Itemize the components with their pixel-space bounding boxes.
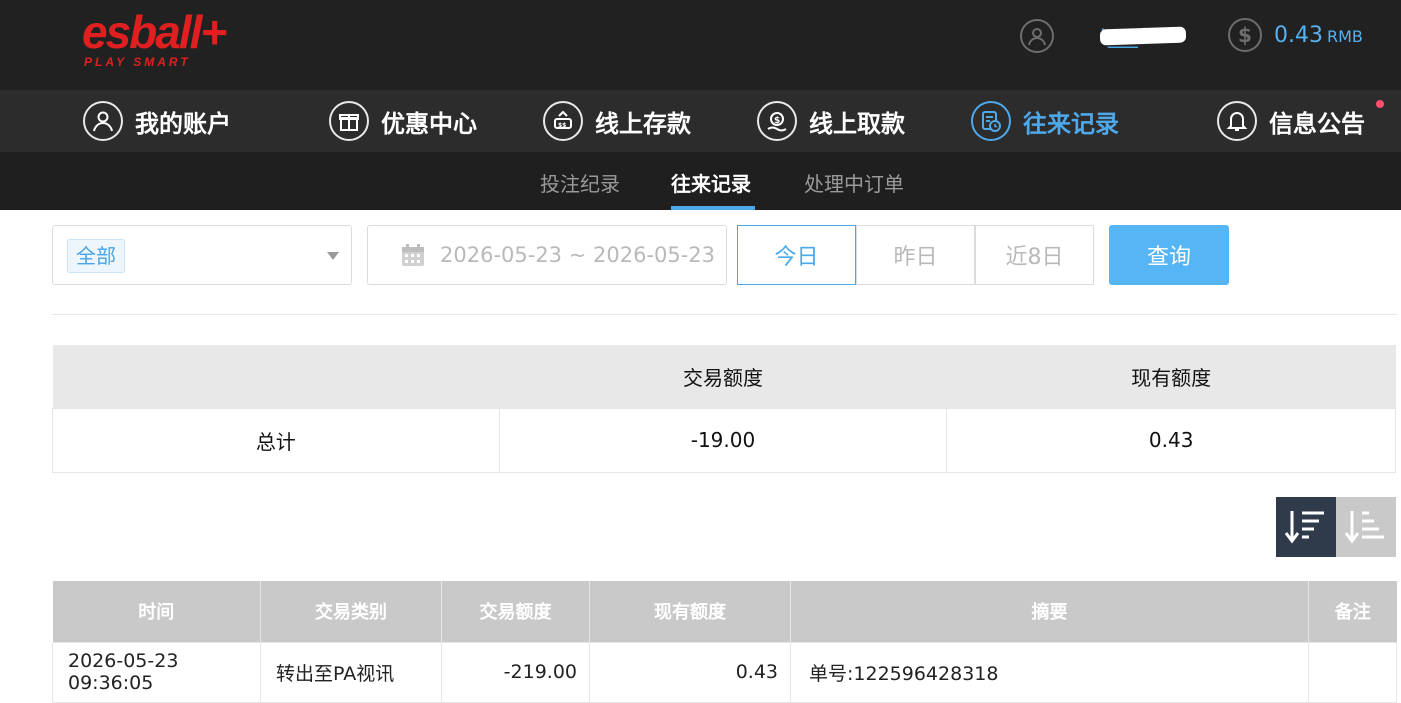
cell-balance: 0.43 — [589, 641, 791, 703]
sort-descending-button[interactable] — [1276, 497, 1336, 557]
withdraw-icon: $ — [757, 101, 797, 141]
transaction-type-select[interactable]: 全部 — [52, 225, 352, 285]
nav-announcements[interactable]: 信息公告 — [1217, 100, 1365, 142]
nav-my-account[interactable]: 我的账户 — [83, 100, 231, 142]
dollar-icon: $ — [1228, 18, 1262, 52]
summary-header-row: 交易额度 现有额度 — [52, 345, 1396, 408]
summary-header-blank — [52, 345, 500, 408]
table-row: 2026-05-23 09:36:05 转出至PA视讯 -219.00 0.43… — [52, 641, 1397, 703]
username: t___0 — [1064, 24, 1187, 48]
summary-header-balance: 现有额度 — [946, 345, 1396, 408]
cell-type: 转出至PA视讯 — [260, 641, 442, 703]
cell-amount: -219.00 — [441, 641, 590, 703]
nav-promotions[interactable]: 优惠中心 — [329, 100, 477, 142]
calendar-icon — [402, 244, 424, 266]
tab-bet-records[interactable]: 投注纪录 — [540, 168, 620, 197]
col-amount: 交易额度 — [441, 581, 590, 642]
svg-text:$: $ — [774, 116, 780, 126]
cell-time: 2026-05-23 09:36:05 — [52, 641, 261, 703]
divider — [52, 314, 1397, 315]
balance-amount: 0.43 RMB — [1274, 22, 1363, 48]
records-table: 时间 交易类别 交易额度 现有额度 摘要 备注 2026-05-23 09:36… — [52, 581, 1397, 703]
sort-ascending-button[interactable] — [1336, 497, 1396, 557]
user-icon — [1020, 19, 1054, 53]
today-button[interactable]: 今日 — [737, 225, 856, 285]
query-button[interactable]: 查询 — [1109, 225, 1229, 285]
sub-nav: 投注纪录 往来记录 处理中订单 — [0, 152, 1401, 210]
redaction-mark — [1099, 26, 1187, 46]
summary-header-amount: 交易额度 — [499, 345, 947, 408]
cell-summary: 单号:122596428318 — [790, 641, 1309, 703]
summary-total-amount: -19.00 — [498, 407, 948, 473]
nav-deposit[interactable]: $$ 线上存款 — [543, 100, 691, 142]
selected-type-tag: 全部 — [67, 239, 125, 273]
summary-total-row: 总计 -19.00 0.43 — [52, 407, 1396, 473]
tab-pending-orders[interactable]: 处理中订单 — [804, 168, 904, 197]
date-range-value: 2026-05-23 ~ 2026-05-23 — [440, 243, 716, 267]
sort-asc-icon — [1344, 511, 1384, 544]
esball-logo[interactable]: esball+ PLAY SMART — [80, 2, 250, 70]
svg-text:esball+: esball+ — [82, 6, 226, 58]
main-nav: 我的账户 优惠中心 $$ 线上存款 $ 线上取款 往来记录 信息公告 — [0, 90, 1401, 152]
svg-text:PLAY SMART: PLAY SMART — [84, 55, 191, 69]
cell-remark — [1308, 641, 1397, 703]
yesterday-button[interactable]: 昨日 — [856, 225, 975, 285]
col-type: 交易类别 — [260, 581, 442, 642]
col-time: 时间 — [52, 581, 261, 642]
chevron-down-icon — [327, 252, 339, 260]
top-header: esball+ PLAY SMART t___0 $ 0.43RMB — [0, 0, 1401, 90]
last-8-days-button[interactable]: 近8日 — [975, 225, 1094, 285]
col-remark: 备注 — [1308, 581, 1397, 642]
user-info[interactable]: t___0 — [1020, 18, 1187, 54]
nav-withdraw[interactable]: $ 线上取款 — [757, 100, 905, 142]
summary-total-label: 总计 — [52, 407, 500, 473]
gift-icon — [329, 101, 369, 141]
active-tab-indicator — [671, 206, 755, 210]
svg-text:$$: $$ — [558, 122, 566, 129]
tab-transactions[interactable]: 往来记录 — [671, 168, 751, 197]
user-icon — [83, 101, 123, 141]
deposit-icon: $$ — [543, 101, 583, 141]
date-range-picker[interactable]: 2026-05-23 ~ 2026-05-23 — [367, 225, 727, 285]
sort-desc-icon — [1284, 511, 1324, 544]
summary-table: 交易额度 现有额度 总计 -19.00 0.43 — [52, 345, 1396, 473]
notification-dot — [1376, 100, 1384, 108]
nav-records[interactable]: 往来记录 — [971, 100, 1119, 142]
bell-icon — [1217, 101, 1257, 141]
balance-info: $ 0.43 RMB — [1228, 18, 1363, 52]
summary-total-balance: 0.43 — [946, 407, 1396, 473]
col-summary: 摘要 — [790, 581, 1309, 642]
records-icon — [971, 101, 1011, 141]
records-header-row: 时间 交易类别 交易额度 现有额度 摘要 备注 — [52, 581, 1397, 642]
col-balance: 现有额度 — [589, 581, 791, 642]
